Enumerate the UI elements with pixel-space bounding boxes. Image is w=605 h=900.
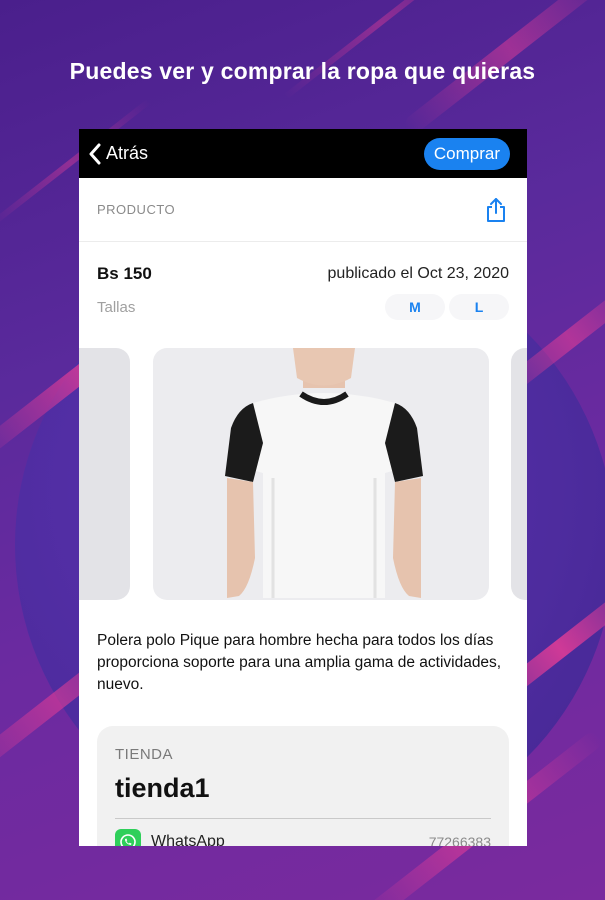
carousel-card-next[interactable]: [511, 348, 527, 600]
product-image[interactable]: [153, 348, 489, 600]
carousel-card-prev[interactable]: [79, 348, 130, 600]
store-card: TIENDA tienda1 WhatsApp 77266383: [97, 726, 509, 846]
tshirt-model-image: [225, 348, 423, 598]
promo-headline: Puedes ver y comprar la ropa que quieras: [69, 58, 536, 84]
sizes-row: Tallas M L: [97, 294, 509, 320]
whatsapp-icon: [115, 829, 141, 846]
size-option-m[interactable]: M: [385, 294, 445, 320]
store-section-label: TIENDA: [115, 746, 174, 763]
contact-phone: 77266383: [428, 834, 491, 846]
price-row: Bs 150 publicado el Oct 23, 2020: [97, 264, 509, 284]
share-icon[interactable]: [483, 196, 509, 224]
buy-button[interactable]: Comprar: [423, 137, 510, 170]
product-price: Bs 150: [97, 264, 152, 283]
size-option-l[interactable]: L: [449, 294, 509, 320]
whatsapp-contact-row[interactable]: WhatsApp 77266383: [115, 829, 491, 846]
sizes-label: Tallas: [97, 298, 136, 316]
back-label: Atrás: [106, 143, 149, 163]
divider: [115, 818, 491, 819]
product-header: PRODUCTO: [79, 178, 527, 242]
navbar: Atrás Comprar: [79, 129, 527, 178]
size-options: M L: [385, 294, 509, 320]
contact-left: WhatsApp: [115, 829, 225, 846]
product-description: Polera polo Pique para hombre hecha para…: [97, 632, 502, 693]
product-section-label: PRODUCTO: [97, 202, 176, 217]
chevron-left-icon: [89, 143, 101, 164]
store-name[interactable]: tienda1: [115, 773, 491, 804]
image-carousel[interactable]: [79, 348, 527, 600]
phone-screen: Atrás Comprar PRODUCTO Bs 150 publicado …: [79, 129, 527, 846]
back-button[interactable]: Atrás: [88, 143, 148, 165]
product-content: PRODUCTO Bs 150 publicado el Oct 23, 202…: [79, 178, 527, 846]
published-date: publicado el Oct 23, 2020: [327, 265, 509, 282]
contact-name: WhatsApp: [151, 833, 225, 846]
